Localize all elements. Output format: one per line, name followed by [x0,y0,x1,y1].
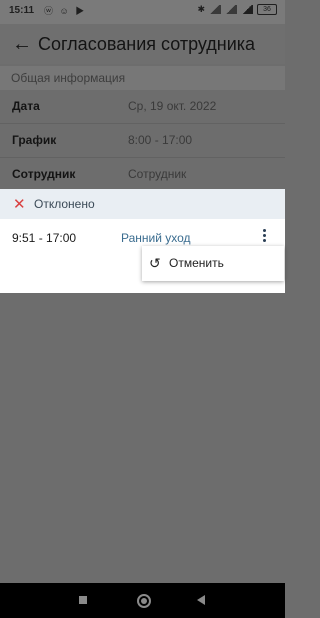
page-title: Согласования сотрудника [38,34,256,54]
entry-time: 9:51 - 17:00 [12,231,77,245]
menu-item-label: Отменить [169,256,224,270]
notification-icons: ⓦ ☺ ▶ [44,6,87,16]
close-icon: ✕ [13,196,26,213]
entry-type: Ранний уход [121,231,191,245]
info-value: 8:00 - 17:00 [128,133,193,147]
section-title: Общая информация [11,71,126,85]
signal-icon-2 [225,5,237,14]
info-value: Сотрудник [128,167,187,181]
battery-icon: 36 [257,4,277,15]
info-row-schedule: График 8:00 - 17:00 [0,124,285,158]
info-value: Ср, 19 окт. 2022 [128,99,217,113]
info-label: Сотрудник [12,167,76,181]
section-header: Общая информация [0,66,285,90]
recents-button[interactable] [79,596,87,604]
status-label: Отклонено [34,197,95,211]
undo-icon: ↺ [149,255,161,271]
status-bar: 15:11 ⓦ ☺ ▶ ✱ 36 [0,0,285,24]
bluetooth-icon: ✱ [197,4,205,14]
back-arrow-icon[interactable]: ← [12,33,32,56]
info-label: Дата [12,99,40,113]
app-header: ← Согласования сотрудника [0,24,285,64]
menu-item-cancel[interactable]: ↺ Отменить [142,246,284,281]
signal-icon [209,5,221,14]
status-bar-rejected: ✕ Отклонено [0,189,285,219]
info-label: График [12,133,57,147]
info-row-employee: Сотрудник Сотрудник [0,158,285,192]
status-right-icons: ✱ 36 [197,4,277,15]
system-nav-bar [0,583,285,618]
nav-back-button[interactable] [197,595,205,605]
info-row-date: Дата Ср, 19 окт. 2022 [0,90,285,124]
popup-menu: ↺ Отменить [142,246,284,281]
wifi-icon [241,5,253,14]
home-button[interactable] [137,594,151,608]
status-time: 15:11 [9,5,35,16]
more-vert-icon[interactable] [259,227,269,245]
